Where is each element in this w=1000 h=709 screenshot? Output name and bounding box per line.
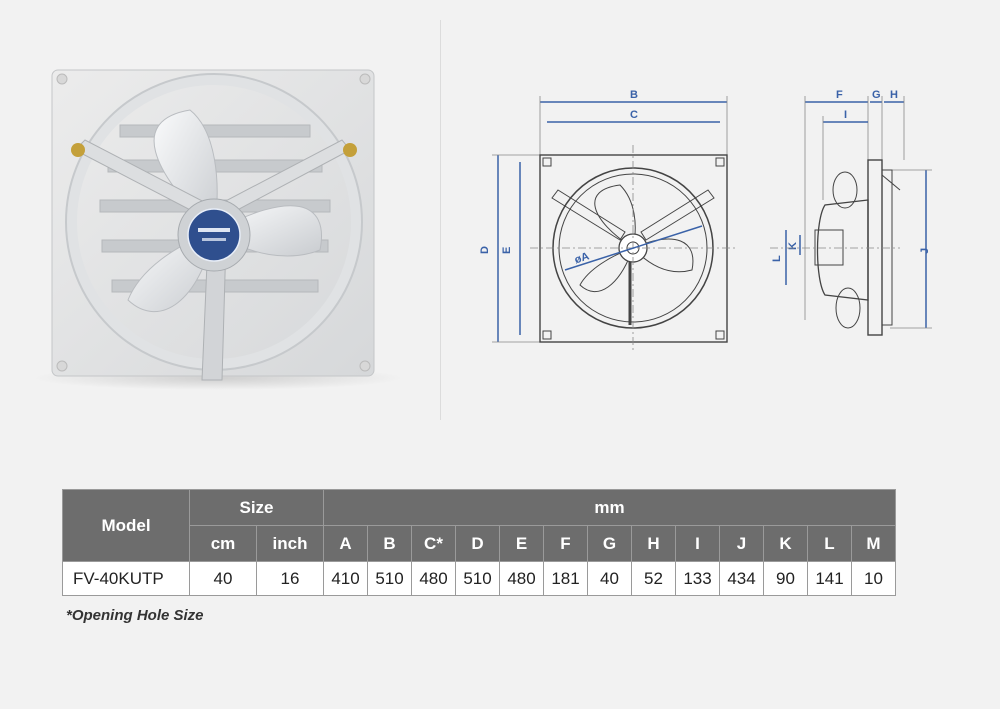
header-f: F [543, 525, 588, 562]
dim-label-d: D [479, 246, 491, 254]
header-l: L [807, 525, 852, 562]
header-e: E [499, 525, 544, 562]
cell-k: 90 [763, 561, 808, 596]
header-g: G [587, 525, 632, 562]
dim-label-a: øA [573, 250, 591, 266]
dim-label-f: F [836, 89, 843, 101]
cell-d: 510 [455, 561, 500, 596]
dim-label-c: C [630, 109, 638, 121]
header-model: Model [62, 489, 190, 562]
panel-divider [440, 20, 441, 420]
cell-g: 40 [587, 561, 632, 596]
dim-label-e: E [501, 247, 513, 254]
cell-inch: 16 [256, 561, 324, 596]
dim-label-b: B [630, 89, 638, 101]
header-j: J [719, 525, 764, 562]
cell-b: 510 [367, 561, 412, 596]
header-mm: mm [323, 489, 896, 526]
dim-label-j: J [919, 248, 931, 254]
header-size: Size [189, 489, 324, 526]
cell-l: 141 [807, 561, 852, 596]
header-m: M [851, 525, 896, 562]
header-h: H [631, 525, 676, 562]
header-k: K [763, 525, 808, 562]
cell-h: 52 [631, 561, 676, 596]
cell-model: FV-40KUTP [62, 561, 190, 596]
spec-table: Model Size mm cm inch A B C* D E F G H I… [62, 489, 896, 596]
dim-label-g: G [872, 89, 881, 101]
product-photo [0, 0, 440, 420]
footnote: *Opening Hole Size [66, 607, 204, 624]
table-header-row: Model Size mm [62, 489, 896, 562]
dim-label-h: H [890, 89, 898, 101]
header-a: A [323, 525, 368, 562]
header-d: D [455, 525, 500, 562]
cell-c: 480 [411, 561, 456, 596]
side-view: F G H I J L K [770, 89, 932, 336]
cell-i: 133 [675, 561, 720, 596]
dim-label-k: K [787, 242, 799, 250]
cell-m: 10 [851, 561, 896, 596]
header-b: B [367, 525, 412, 562]
header-c: C* [411, 525, 456, 562]
dimension-drawing: B C D E øA F G H I J L K [470, 80, 970, 360]
cell-cm: 40 [189, 561, 257, 596]
header-inch: inch [256, 525, 324, 562]
header-cm: cm [189, 525, 257, 562]
cell-f: 181 [543, 561, 588, 596]
dim-label-l: L [771, 255, 783, 262]
front-view: B C D E øA [479, 89, 738, 352]
table-row: FV-40KUTP 40 16 410 510 480 510 480 181 … [62, 561, 896, 596]
header-i: I [675, 525, 720, 562]
dim-label-i: I [844, 109, 847, 121]
cell-e: 480 [499, 561, 544, 596]
cell-a: 410 [323, 561, 368, 596]
cell-j: 434 [719, 561, 764, 596]
